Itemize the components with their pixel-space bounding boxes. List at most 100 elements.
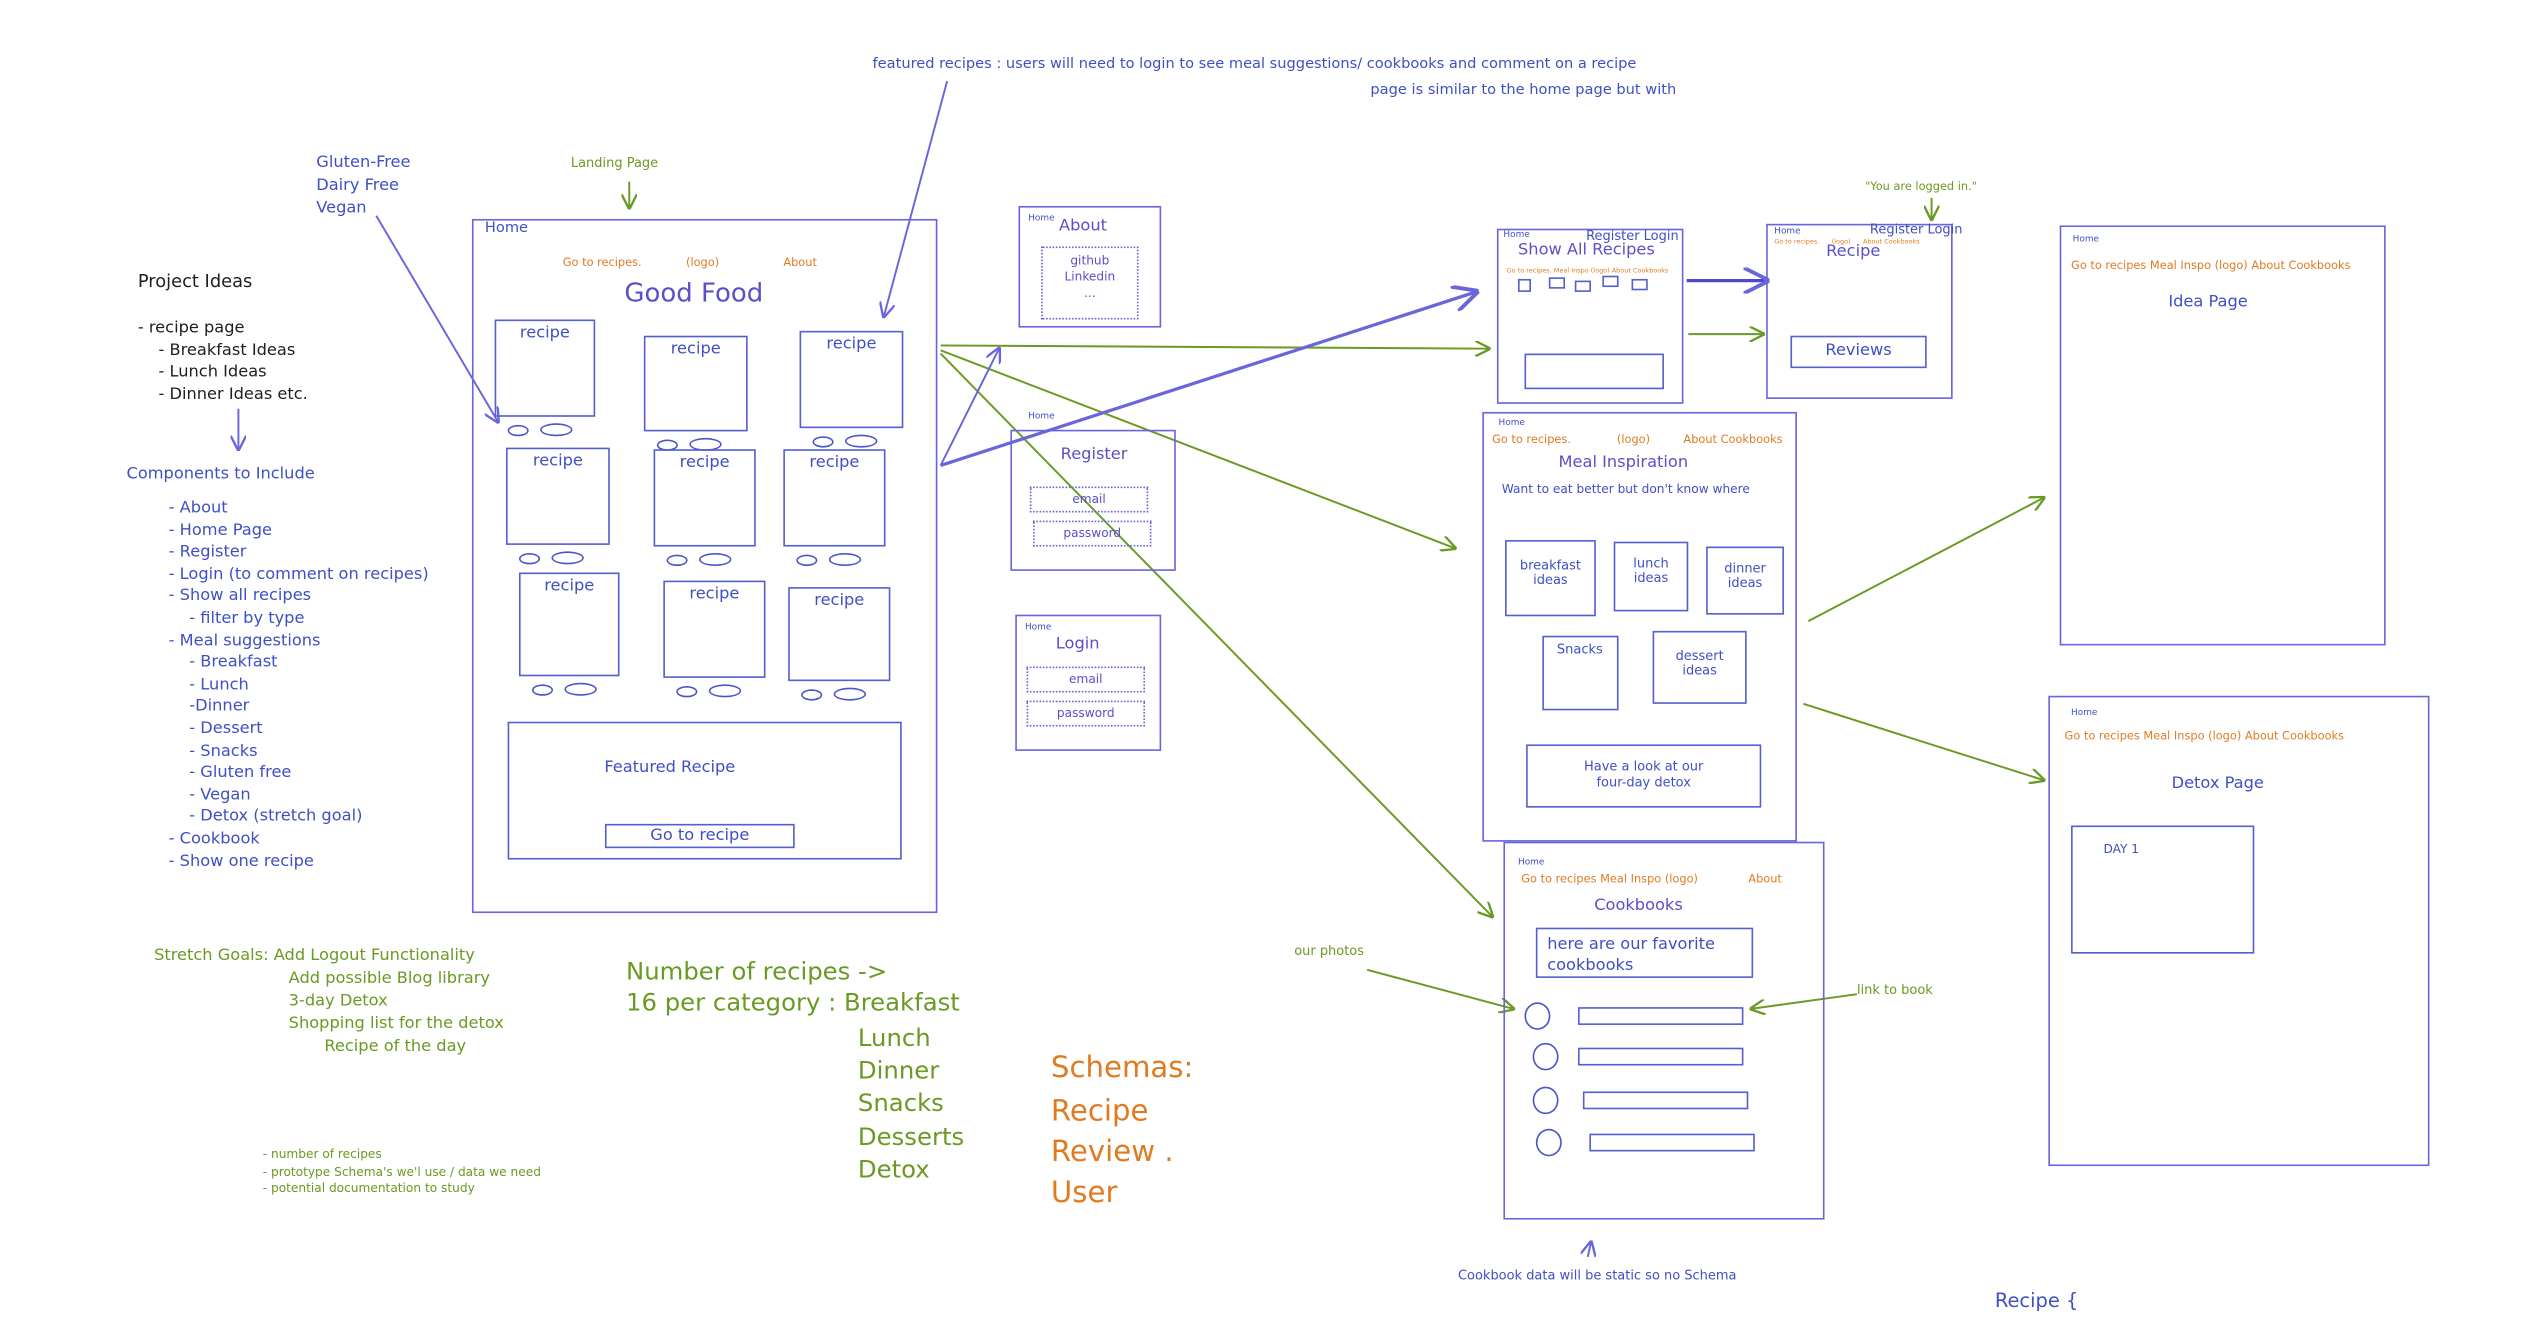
- component-item: - Lunch: [168, 675, 249, 694]
- meal-title: Meal Inspiration: [1558, 454, 1689, 472]
- project-ideas-list: - recipe page - Breakfast Ideas - Lunch …: [138, 318, 308, 406]
- recipe-card[interactable]: recipe: [783, 449, 886, 547]
- recipe-card-label: recipe: [826, 335, 877, 354]
- recipe-thumb[interactable]: [1518, 278, 1531, 292]
- cookbook-photo: [1524, 1002, 1551, 1030]
- recipe-title: Recipe: [1826, 243, 1881, 262]
- login-email-field[interactable]: email: [1026, 666, 1145, 693]
- todo-notes: - number of recipes - prototype Schema's …: [263, 1147, 541, 1198]
- cookbook-link-bar[interactable]: [1589, 1133, 1755, 1152]
- idea-nav[interactable]: Go to recipes Meal Inspo (logo) About Co…: [2071, 259, 2350, 272]
- recipe-card-label: recipe: [519, 324, 570, 343]
- cookbooks-nav[interactable]: Go to recipes Meal Inspo (logo): [1521, 873, 1698, 886]
- recipe-thumb[interactable]: [1574, 280, 1591, 292]
- cookbooks-home-link[interactable]: Home: [1518, 858, 1544, 868]
- detox-nav[interactable]: Go to recipes Meal Inspo (logo) About Co…: [2065, 730, 2344, 743]
- recipe-card[interactable]: recipe: [506, 447, 610, 545]
- reviews-button[interactable]: Reviews: [1790, 335, 1927, 369]
- register-password-field[interactable]: password: [1033, 520, 1152, 547]
- cookbook-photo: [1532, 1042, 1559, 1071]
- recipe-card[interactable]: recipe: [643, 335, 748, 432]
- rating-oval: [564, 682, 597, 696]
- rating-oval: [676, 686, 698, 698]
- rating-oval: [507, 424, 529, 437]
- linkedin-link[interactable]: Linkedin: [1041, 269, 1138, 285]
- arrow-home-to-showall: [940, 345, 1489, 348]
- meal-home-link[interactable]: Home: [1499, 418, 1525, 428]
- project-idea-item: - Dinner Ideas etc.: [137, 385, 308, 404]
- arrow-cookbook-data: [1588, 1242, 1591, 1257]
- recipe-card[interactable]: recipe: [518, 572, 620, 677]
- todo-item: - potential documentation to study: [262, 1180, 475, 1196]
- component-item: - Breakfast: [168, 653, 278, 672]
- home-title: Good Food: [624, 277, 764, 309]
- nav-logo[interactable]: (logo): [686, 256, 719, 269]
- recipe-auth-links[interactable]: Register Login: [1870, 222, 1963, 237]
- detox-home-link[interactable]: Home: [2071, 709, 2097, 719]
- recipe-thumb[interactable]: [1631, 278, 1648, 291]
- recipe-card[interactable]: recipe: [788, 587, 891, 682]
- nav-go-to-recipes[interactable]: Go to recipes.: [563, 256, 642, 269]
- cookbook-link-bar[interactable]: [1578, 1047, 1744, 1066]
- recipe-card-label: recipe: [679, 454, 730, 472]
- component-item: - Home Page: [168, 521, 273, 540]
- components-list: - About - Home Page - Register - Login (to …: [169, 498, 429, 873]
- detox-button[interactable]: Have a look at our four-day detox: [1526, 744, 1762, 808]
- component-item: - Login (to comment on recipes): [168, 565, 429, 584]
- rating-oval: [531, 684, 554, 696]
- stretch-goal-item: Add possible Blog library: [288, 969, 490, 988]
- recipe-card[interactable]: recipe: [653, 449, 756, 547]
- featured-note: featured recipes : users will need to lo…: [872, 56, 1637, 73]
- component-item: - Vegan: [168, 786, 251, 804]
- meal-nav-logo[interactable]: (logo): [1617, 433, 1650, 446]
- recipe-category: Desserts: [857, 1121, 965, 1151]
- login-home-link[interactable]: Home: [1025, 623, 1051, 633]
- recipe-category: Lunch: [857, 1023, 931, 1053]
- register-email-field[interactable]: email: [1029, 486, 1149, 513]
- rating-oval: [708, 684, 742, 698]
- rating-oval: [551, 551, 584, 565]
- stretch-goal-item: Shopping list for the detox: [288, 1015, 504, 1034]
- meal-nav-about-cookbooks[interactable]: About Cookbooks: [1683, 433, 1782, 446]
- project-idea-item: - recipe page: [137, 319, 245, 338]
- component-item: - Cookbook: [168, 830, 260, 849]
- more-links: ...: [1084, 285, 1096, 301]
- recipe-home-link[interactable]: Home: [1774, 227, 1800, 237]
- recipe-card[interactable]: recipe: [799, 330, 904, 429]
- idea-home-link[interactable]: Home: [2073, 235, 2099, 245]
- rating-oval: [540, 423, 573, 437]
- showall-home-link[interactable]: Home: [1503, 230, 1529, 240]
- recipe-thumb[interactable]: [1602, 275, 1619, 288]
- cookbook-link-bar[interactable]: [1578, 1007, 1744, 1025]
- showall-nav[interactable]: Go to recipes. Meal Inspo (logo) About C…: [1507, 266, 1669, 274]
- diet-tags: Gluten-Free Dairy Free Vegan: [316, 152, 410, 220]
- stretch-goal-item: Stretch Goals: Add Logout Functionality: [154, 947, 475, 965]
- github-link[interactable]: github: [1041, 253, 1138, 269]
- recipe-card[interactable]: recipe: [494, 319, 596, 417]
- register-home-link[interactable]: Home: [1028, 412, 1054, 422]
- meal-nav-recipes[interactable]: Go to recipes.: [1492, 433, 1571, 446]
- login-password-field[interactable]: password: [1026, 700, 1145, 727]
- tile-breakfast[interactable]: breakfast ideas: [1505, 540, 1596, 617]
- day-1-card[interactable]: [2071, 825, 2255, 954]
- nav-about[interactable]: About: [783, 256, 817, 269]
- project-idea-item: - Lunch Ideas: [137, 363, 267, 382]
- idea-title: Idea Page: [2168, 293, 2248, 312]
- tile-dinner[interactable]: dinner ideas: [1706, 546, 1784, 615]
- component-item: - Register: [168, 543, 247, 562]
- home-link[interactable]: Home: [485, 221, 528, 237]
- stretch-goal-item: Recipe of the day: [324, 1037, 467, 1056]
- tile-snacks[interactable]: Snacks: [1542, 635, 1619, 711]
- todo-item: - prototype Schema's we'l use / data we …: [262, 1163, 541, 1179]
- tile-lunch[interactable]: lunch ideas: [1613, 541, 1689, 612]
- cookbooks-nav-about[interactable]: About: [1748, 873, 1782, 886]
- schema-item: Recipe: [1050, 1094, 1149, 1129]
- tile-dessert[interactable]: dessert ideas: [1652, 630, 1747, 704]
- recipe-card[interactable]: recipe: [663, 580, 766, 678]
- our-photos-note: our photos: [1294, 943, 1365, 959]
- go-to-recipe-button[interactable]: Go to recipe: [604, 823, 795, 849]
- cookbooks-title: Cookbooks: [1594, 896, 1683, 915]
- recipe-thumb[interactable]: [1548, 277, 1566, 289]
- about-home-link[interactable]: Home: [1028, 214, 1054, 224]
- cookbook-link-bar[interactable]: [1582, 1091, 1749, 1110]
